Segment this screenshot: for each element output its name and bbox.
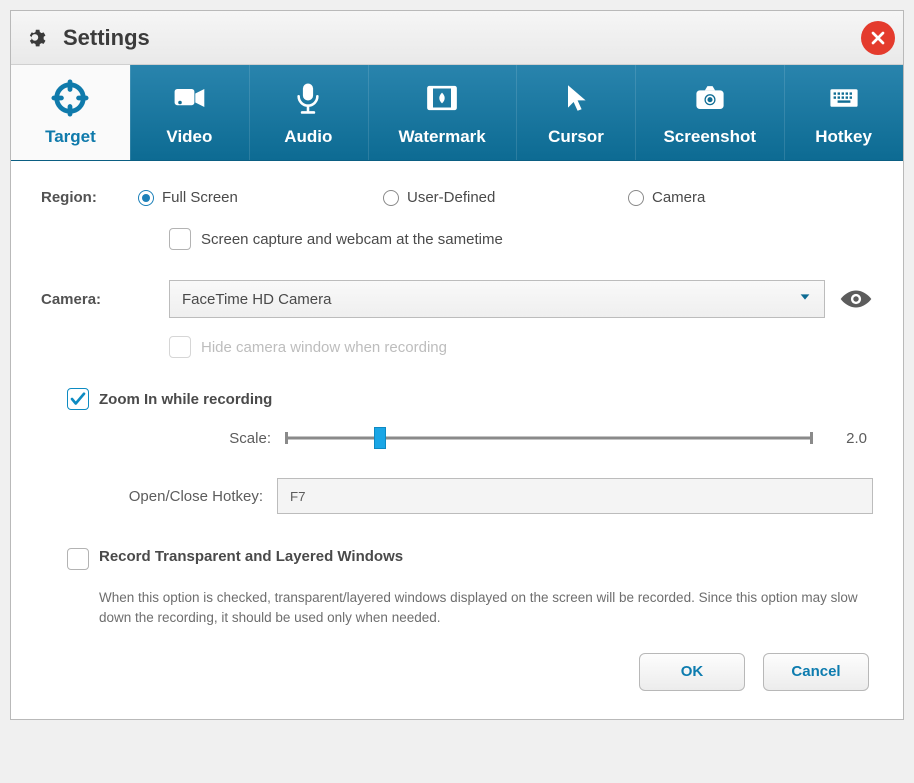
- slider-thumb[interactable]: [374, 427, 386, 449]
- chevron-down-icon: [798, 290, 812, 308]
- dialog-footer: OK Cancel: [41, 629, 873, 697]
- tab-hotkey[interactable]: Hotkey: [784, 65, 903, 160]
- settings-window: Settings Target Video Audio: [10, 10, 904, 720]
- zoom-label: Zoom In while recording: [99, 391, 272, 408]
- slider-cap: [810, 432, 813, 444]
- radio-full-screen[interactable]: Full Screen: [138, 189, 383, 206]
- checkbox-capture-webcam[interactable]: [169, 228, 191, 250]
- tab-label: Hotkey: [815, 127, 872, 147]
- checkbox-hide-camera[interactable]: [169, 336, 191, 358]
- tab-label: Audio: [284, 127, 332, 147]
- tab-screenshot[interactable]: Screenshot: [635, 65, 784, 160]
- checkbox-label: Hide camera window when recording: [201, 339, 447, 356]
- checkbox-zoom[interactable]: [67, 388, 89, 410]
- radio-icon: [138, 190, 154, 206]
- camera-row: Camera: FaceTime HD Camera: [41, 280, 873, 318]
- record-transparent-row: Record Transparent and Layered Windows: [67, 548, 873, 570]
- tab-video[interactable]: Video: [130, 65, 249, 160]
- scale-label: Scale:: [211, 430, 271, 447]
- microphone-icon: [288, 79, 328, 117]
- tabs: Target Video Audio Watermark Cursor: [11, 65, 903, 161]
- hotkey-input[interactable]: [277, 478, 873, 514]
- radio-label: User-Defined: [407, 189, 495, 206]
- radio-label: Camera: [652, 189, 705, 206]
- radio-camera[interactable]: Camera: [628, 189, 873, 206]
- keyboard-icon: [824, 79, 864, 117]
- radio-label: Full Screen: [162, 189, 238, 206]
- tab-content-target: Region: Full Screen User-Defined Camera …: [11, 161, 903, 719]
- region-label: Region:: [41, 189, 138, 206]
- hotkey-label: Open/Close Hotkey:: [87, 488, 277, 505]
- hide-camera-row: Hide camera window when recording: [41, 336, 873, 358]
- tab-watermark[interactable]: Watermark: [368, 65, 517, 160]
- tab-label: Watermark: [399, 127, 486, 147]
- scale-slider[interactable]: [285, 428, 813, 448]
- region-radios: Full Screen User-Defined Camera: [138, 189, 873, 206]
- scale-value: 2.0: [813, 430, 873, 447]
- tab-label: Screenshot: [663, 127, 756, 147]
- camera-select[interactable]: FaceTime HD Camera: [169, 280, 825, 318]
- capture-webcam-row: Screen capture and webcam at the sametim…: [41, 228, 873, 250]
- video-icon: [169, 79, 209, 117]
- window-title: Settings: [63, 25, 861, 51]
- tab-label: Cursor: [548, 127, 604, 147]
- tab-label: Video: [166, 127, 212, 147]
- checkbox-record-transparent[interactable]: [67, 548, 89, 570]
- region-row: Region: Full Screen User-Defined Camera: [41, 189, 873, 206]
- radio-user-defined[interactable]: User-Defined: [383, 189, 628, 206]
- zoom-row: Zoom In while recording: [67, 388, 873, 410]
- button-label: OK: [681, 663, 704, 680]
- target-icon: [50, 79, 90, 117]
- titlebar: Settings: [11, 11, 903, 65]
- preview-eye-button[interactable]: [839, 282, 873, 316]
- tab-target[interactable]: Target: [11, 65, 130, 160]
- cursor-icon: [556, 79, 596, 117]
- button-label: Cancel: [791, 663, 840, 680]
- tab-cursor[interactable]: Cursor: [516, 65, 635, 160]
- record-transparent-label: Record Transparent and Layered Windows: [99, 548, 403, 565]
- watermark-icon: [422, 79, 462, 117]
- camera-icon: [690, 79, 730, 117]
- radio-icon: [383, 190, 399, 206]
- gear-icon: [25, 25, 51, 51]
- radio-icon: [628, 190, 644, 206]
- scale-row: Scale: 2.0: [41, 428, 873, 448]
- tab-audio[interactable]: Audio: [249, 65, 368, 160]
- camera-label: Camera:: [41, 291, 169, 308]
- camera-selected-value: FaceTime HD Camera: [182, 291, 798, 308]
- tab-label: Target: [45, 127, 96, 147]
- ok-button[interactable]: OK: [639, 653, 745, 691]
- slider-track: [285, 437, 813, 440]
- record-transparent-desc: When this option is checked, transparent…: [99, 588, 873, 629]
- checkbox-label: Screen capture and webcam at the sametim…: [201, 231, 503, 248]
- hotkey-row: Open/Close Hotkey:: [41, 478, 873, 514]
- cancel-button[interactable]: Cancel: [763, 653, 869, 691]
- close-button[interactable]: [861, 21, 895, 55]
